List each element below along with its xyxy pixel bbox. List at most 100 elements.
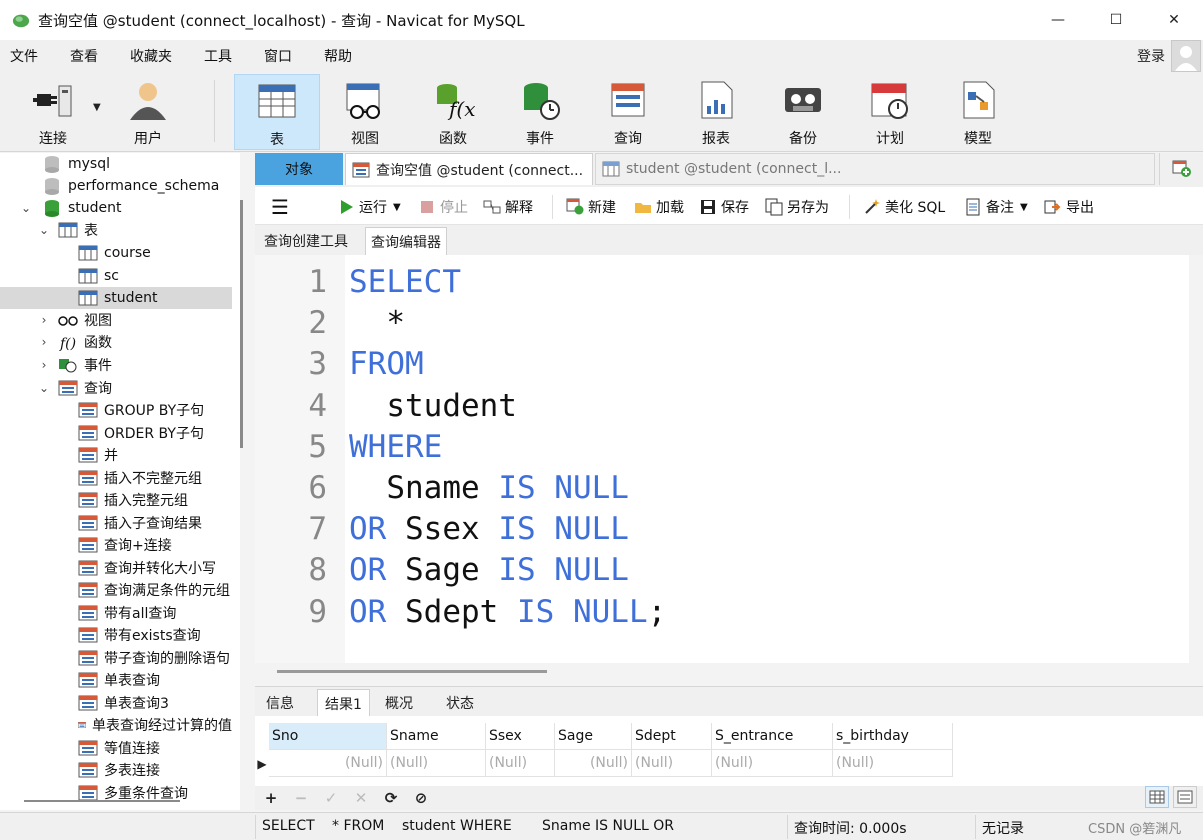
maximize-button[interactable]: ☐ [1087,0,1145,40]
tree-item-query[interactable]: 插入子查询结果 [0,512,232,534]
tree-item-query[interactable]: 查询满足条件的元组 [0,579,232,601]
apply-changes-button[interactable]: ✓ [321,789,341,807]
code-line[interactable]: Sname IS NULL [349,468,629,509]
tree-item-query[interactable]: 并 [0,444,232,466]
tree-item-query[interactable]: 插入完整元组 [0,489,232,511]
report-button[interactable]: 报表 [673,74,759,150]
table-button[interactable]: 表 [234,74,320,150]
connect-dropdown-icon[interactable]: ▼ [93,102,101,113]
tree-item-queries-group[interactable]: ⌄ 查询 [0,377,232,399]
run-button[interactable]: 运行 ▼ [337,196,401,218]
refresh-button[interactable]: ⟳ [381,789,401,807]
tree-item-table-sc[interactable]: sc [0,265,232,287]
sql-editor[interactable]: 1 2 3 4 5 6 7 8 9 SELECT * FROM student WHERE Sname… [255,255,1203,673]
table-cell[interactable]: (Null) [486,750,555,777]
view-button[interactable]: 视图 [322,74,408,150]
menu-favorites[interactable]: 收藏夹 [130,46,172,66]
table-cell[interactable]: (Null) [387,750,486,777]
stop-load-button[interactable]: ⊘ [411,789,431,807]
tab-objects[interactable]: 对象 [255,153,343,185]
column-header[interactable]: Sdept [632,723,712,750]
discard-changes-button[interactable]: ✕ [351,789,371,807]
column-header[interactable]: Sname [387,723,486,750]
tab-status[interactable]: 状态 [439,689,481,717]
chevron-right-icon[interactable]: › [38,335,50,349]
tree-item-events-group[interactable]: › 事件 [0,354,232,376]
hamburger-menu-icon[interactable]: ☰ [271,195,289,219]
editor-horizontal-scrollbar[interactable] [277,670,547,673]
tree-item-query[interactable]: GROUP BY子句 [0,399,232,421]
menu-view[interactable]: 查看 [70,46,98,66]
tab-student-table[interactable]: student @student (connect_l... [595,153,1155,185]
comment-button[interactable]: 备注 ▼ [964,196,1028,218]
user-button[interactable]: 用户 [105,74,191,150]
code-line[interactable]: OR Sdept IS NULL; [349,592,666,633]
column-header[interactable]: S_entrance [712,723,833,750]
table-cell[interactable]: (Null) [269,750,387,777]
schedule-button[interactable]: 计划 [847,74,933,150]
chevron-right-icon[interactable]: › [38,313,50,327]
chevron-down-icon[interactable]: ⌄ [38,223,50,237]
column-header[interactable]: Sno [269,723,387,750]
login-link[interactable]: 登录 [1137,46,1165,66]
tree-vertical-scrollbar[interactable] [240,200,243,448]
chevron-down-icon[interactable]: ⌄ [20,201,32,215]
save-as-button[interactable]: 另存为 [765,196,829,218]
tree-item-query[interactable]: 查询并转化大小写 [0,557,232,579]
add-record-button[interactable]: + [261,789,281,807]
explain-button[interactable]: 解释 [483,196,533,218]
tab-query-builder[interactable]: 查询创建工具 [259,227,353,255]
code-line[interactable]: OR Sage IS NULL [349,550,629,591]
tree-item-query[interactable]: 带有exists查询 [0,624,232,646]
column-header[interactable]: s_birthday [833,723,953,750]
code-line[interactable]: student [349,386,517,427]
menu-window[interactable]: 窗口 [264,46,292,66]
minimize-button[interactable]: — [1029,0,1087,40]
comment-dropdown-icon[interactable]: ▼ [1020,202,1028,213]
save-button[interactable]: 保存 [699,196,749,218]
run-dropdown-icon[interactable]: ▼ [393,202,401,213]
column-header[interactable]: Sage [555,723,632,750]
tree-item-functions-group[interactable]: › f() 函数 [0,331,232,353]
close-button[interactable]: ✕ [1145,0,1203,40]
menu-help[interactable]: 帮助 [324,46,352,66]
tree-item-table-student[interactable]: student [0,287,232,309]
tree-item-query[interactable]: 单表查询经过计算的值 [0,714,232,736]
grid-view-button[interactable] [1145,786,1169,808]
code-line[interactable]: WHERE [349,427,442,468]
tab-profile[interactable]: 概况 [378,689,420,717]
tree-item-query[interactable]: 单表查询 [0,669,232,691]
table-cell[interactable]: (Null) [712,750,833,777]
tab-result1[interactable]: 结果1 [317,689,370,717]
tree-item-query[interactable]: 插入不完整元组 [0,467,232,489]
code-line[interactable]: SELECT [349,262,461,303]
stop-button[interactable]: 停止 [418,196,468,218]
tree-item-query[interactable]: 单表查询3 [0,692,232,714]
tree-item-query[interactable]: 查询+连接 [0,534,232,556]
new-query-button[interactable]: 新建 [566,196,616,218]
tab-query-editor[interactable]: 查询编辑器 [365,227,447,255]
delete-record-button[interactable]: − [291,789,311,807]
backup-button[interactable]: 备份 [760,74,846,150]
chevron-down-icon[interactable]: ⌄ [38,381,50,395]
tab-info[interactable]: 信息 [259,689,301,717]
tree-item-query[interactable]: 多表连接 [0,759,232,781]
tab-query-null[interactable]: 查询空值 @student (connect... [345,153,593,185]
function-button[interactable]: f(x) 函数 [410,74,496,150]
tree-horizontal-scrollbar[interactable] [24,800,180,802]
code-line[interactable]: FROM [349,344,424,385]
event-button[interactable]: 事件 [497,74,583,150]
tree-item-student-db[interactable]: ⌄ student [0,197,232,219]
export-button[interactable]: 导出 [1044,196,1094,218]
code-line[interactable]: OR Ssex IS NULL [349,509,629,550]
table-cell[interactable]: (Null) [555,750,632,777]
avatar[interactable] [1171,40,1201,72]
tree-item-query[interactable]: 等值连接 [0,737,232,759]
code-line[interactable]: * [349,303,405,344]
menu-file[interactable]: 文件 [10,46,38,66]
column-header[interactable]: Ssex [486,723,555,750]
editor-vertical-scrollbar[interactable] [1189,255,1203,663]
tree-item-mysql[interactable]: mysql [0,153,232,175]
load-button[interactable]: 加载 [634,196,684,218]
tree-item-performance-schema[interactable]: performance_schema [0,175,232,197]
